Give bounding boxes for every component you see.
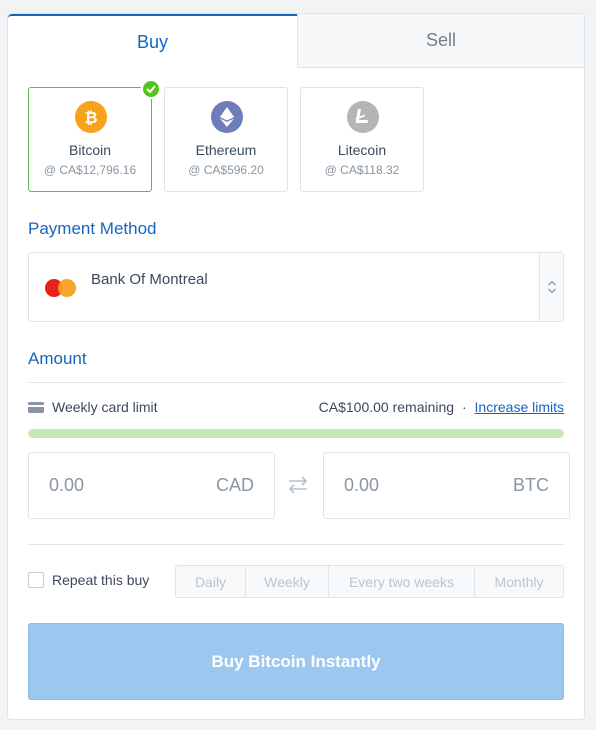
- frequency-option-daily[interactable]: Daily: [176, 566, 246, 597]
- ethereum-icon: [211, 101, 243, 133]
- frequency-option-every-two-weeks[interactable]: Every two weeks: [329, 566, 475, 597]
- currency-option-litecoin[interactable]: Litecoin @ CA$118.32: [300, 87, 424, 192]
- divider: [28, 382, 564, 383]
- card-limit-row: Weekly card limit CA$100.00 remaining · …: [28, 399, 564, 415]
- repeat-buy-label: Repeat this buy: [52, 572, 150, 588]
- payment-method-value: Bank Of Montreal: [91, 271, 208, 288]
- buy-instantly-button[interactable]: Buy Bitcoin Instantly: [28, 623, 564, 700]
- frequency-option-weekly[interactable]: Weekly: [246, 566, 329, 597]
- crypto-currency-unit: BTC: [513, 475, 549, 495]
- fiat-amount-value: 0.00: [49, 475, 85, 495]
- repeat-buy-checkbox[interactable]: [28, 572, 44, 588]
- coin-name: Bitcoin: [68, 142, 112, 158]
- repeat-buy-option: Repeat this buy: [28, 572, 149, 588]
- swap-arrows-icon[interactable]: [287, 474, 309, 496]
- svg-text:₿: ₿: [84, 108, 97, 127]
- litecoin-icon: [347, 101, 379, 133]
- card-limit-remaining-group: CA$100.00 remaining · Increase limits: [319, 399, 564, 415]
- fiat-currency-unit: CAD: [215, 475, 254, 495]
- crypto-amount-input[interactable]: 0.00 BTC: [323, 452, 570, 519]
- divider: [28, 544, 564, 545]
- coin-price: @ CA$12,796.16: [43, 163, 137, 177]
- buy-sell-tabs: Buy Sell: [8, 14, 584, 68]
- buy-sell-panel: Buy Sell ₿ Bitcoin @ CA$12,796.16 Ethere…: [7, 13, 585, 720]
- crypto-amount-value: 0.00: [344, 475, 380, 495]
- card-limit-progress-fill: [29, 430, 563, 437]
- coin-name: Litecoin: [337, 142, 387, 158]
- amount-title: Amount: [28, 349, 87, 368]
- card-limit-label: Weekly card limit: [52, 399, 158, 415]
- selected-check-icon: [141, 79, 161, 99]
- limit-remaining: CA$100.00 remaining: [318, 399, 455, 415]
- card-limit-label-group: Weekly card limit: [28, 399, 158, 415]
- coin-price: @ CA$596.20: [188, 163, 264, 177]
- coin-price: @ CA$118.32: [324, 163, 400, 177]
- tab-buy[interactable]: Buy: [8, 14, 297, 68]
- frequency-option-monthly[interactable]: Monthly: [475, 566, 563, 597]
- card-limit-progress-bar: [28, 429, 564, 438]
- coin-name: Ethereum: [195, 142, 257, 158]
- credit-card-icon: [28, 401, 44, 413]
- currency-option-ethereum[interactable]: Ethereum @ CA$596.20: [164, 87, 288, 192]
- mastercard-icon: [45, 279, 76, 297]
- currency-option-bitcoin[interactable]: ₿ Bitcoin @ CA$12,796.16: [28, 79, 161, 192]
- increase-limits-link[interactable]: Increase limits: [475, 399, 564, 415]
- bitcoin-icon: ₿: [75, 101, 107, 133]
- tab-sell[interactable]: Sell: [297, 14, 584, 68]
- payment-method-select[interactable]: Bank Of Montreal: [28, 252, 564, 322]
- separator-dot: ·: [461, 399, 467, 415]
- repeat-frequency-selector: Daily Weekly Every two weeks Monthly: [175, 565, 564, 598]
- select-arrows-icon[interactable]: [539, 253, 563, 321]
- payment-method-title: Payment Method: [28, 219, 157, 238]
- fiat-amount-input[interactable]: 0.00 CAD: [28, 452, 275, 519]
